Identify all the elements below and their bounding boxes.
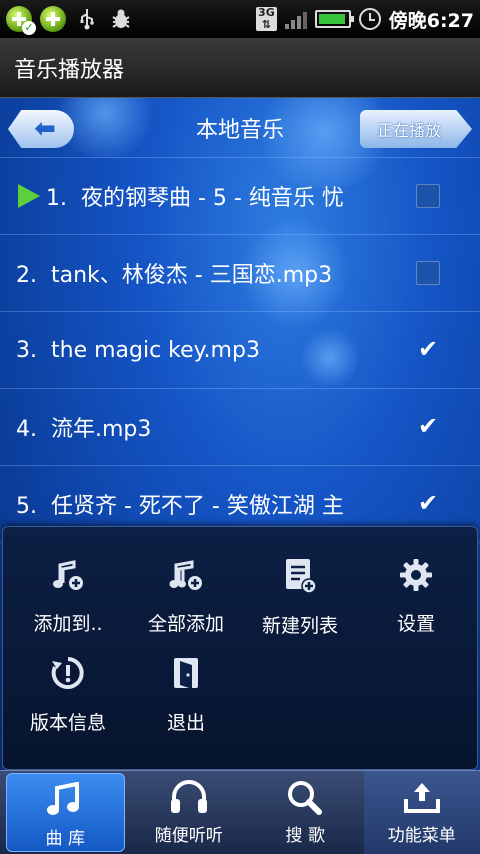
music-note-icon bbox=[47, 782, 80, 815]
add-to-icon bbox=[48, 557, 88, 593]
headphones-icon bbox=[170, 780, 207, 813]
page-title: 本地音乐 bbox=[195, 117, 284, 143]
status-time: 傍晚6:27 bbox=[388, 9, 474, 32]
menu-item-label: 设置 bbox=[396, 613, 435, 635]
usb-icon bbox=[74, 6, 100, 32]
song-checkbox[interactable] bbox=[416, 489, 440, 517]
version-info-icon bbox=[48, 653, 88, 692]
new-list-icon bbox=[280, 557, 320, 595]
song-title: 流年.mp3 bbox=[51, 417, 152, 442]
menu-item-exit[interactable]: 退出 bbox=[127, 631, 245, 735]
tab-random-listen[interactable]: 随便听听 bbox=[131, 771, 248, 854]
song-number: 5. bbox=[16, 494, 37, 519]
signal-strength-icon bbox=[284, 9, 307, 29]
app-store-icon bbox=[40, 6, 66, 32]
song-title: 任贤齐 - 死不了 - 笑傲江湖 主 bbox=[51, 494, 344, 519]
status-bar: ✓ 3G ⇅ 傍晚6:27 bbox=[0, 0, 480, 38]
search-icon bbox=[288, 781, 323, 815]
song-row[interactable]: 4. 流年.mp3 bbox=[0, 389, 480, 466]
battery-icon bbox=[314, 10, 354, 28]
song-row[interactable]: 3. the magic key.mp3 bbox=[0, 312, 480, 389]
song-checkbox[interactable] bbox=[416, 412, 440, 440]
song-row[interactable]: 1. 夜的钢琴曲 - 5 - 纯音乐 忧 bbox=[0, 158, 480, 235]
song-checkbox[interactable] bbox=[416, 261, 440, 285]
add-all-icon bbox=[166, 557, 206, 593]
song-title: the magic key.mp3 bbox=[51, 337, 260, 363]
tab-function-menu[interactable]: 功能菜单 bbox=[363, 771, 480, 854]
song-checkbox[interactable] bbox=[416, 184, 440, 208]
menu-item-label: 退出 bbox=[166, 712, 205, 734]
song-number: 1. bbox=[46, 186, 67, 211]
app-update-icon: ✓ bbox=[6, 6, 36, 35]
song-number: 4. bbox=[16, 417, 37, 442]
app-title-bar: 音乐播放器 bbox=[0, 38, 480, 98]
bottom-tab-bar: 曲 库 随便听听 搜 歌 功能菜单 bbox=[0, 770, 480, 854]
menu-item-add-to[interactable]: 添加到.. bbox=[9, 527, 127, 635]
song-number: 3. bbox=[16, 337, 37, 363]
tab-label: 搜 歌 bbox=[285, 826, 325, 846]
gear-icon bbox=[396, 557, 436, 593]
now-playing-button[interactable]: 正在播放 bbox=[360, 110, 472, 148]
exit-icon bbox=[166, 653, 206, 692]
alarm-clock-icon bbox=[358, 8, 381, 30]
song-checkbox[interactable] bbox=[416, 335, 440, 363]
menu-item-label: 新建列表 bbox=[261, 615, 338, 637]
song-title: tank、林俊杰 - 三国恋.mp3 bbox=[51, 263, 333, 288]
menu-item-new-list[interactable]: 新建列表 bbox=[241, 527, 359, 637]
back-button[interactable]: ⬅ bbox=[8, 110, 74, 148]
tab-library[interactable]: 曲 库 bbox=[6, 773, 125, 852]
now-playing-indicator-icon bbox=[18, 184, 40, 208]
network-type-badge: 3G ⇅ bbox=[256, 6, 277, 31]
function-menu-popup: 添加到.. 全部添加 新建列表 设置 版本信息 退出 bbox=[2, 526, 478, 770]
nav-bar: ⬅ 本地音乐 正在播放 bbox=[0, 98, 480, 158]
menu-item-label: 版本信息 bbox=[29, 712, 106, 734]
tab-label: 随便听听 bbox=[154, 826, 223, 846]
tab-label: 功能菜单 bbox=[387, 826, 456, 846]
song-row[interactable]: 2. tank、林俊杰 - 三国恋.mp3 bbox=[0, 235, 480, 312]
now-playing-label: 正在播放 bbox=[376, 121, 441, 140]
menu-item-settings[interactable]: 设置 bbox=[357, 527, 475, 635]
back-arrow-icon: ⬅ bbox=[34, 114, 56, 144]
menu-item-add-all[interactable]: 全部添加 bbox=[127, 527, 245, 635]
menu-item-version-info[interactable]: 版本信息 bbox=[9, 631, 127, 735]
song-number: 2. bbox=[16, 263, 37, 288]
debug-bug-icon bbox=[108, 6, 134, 32]
tab-label: 曲 库 bbox=[45, 829, 85, 849]
tab-search-songs[interactable]: 搜 歌 bbox=[247, 771, 364, 854]
app-title: 音乐播放器 bbox=[14, 57, 125, 83]
menu-upload-icon bbox=[403, 783, 440, 813]
song-title: 夜的钢琴曲 - 5 - 纯音乐 忧 bbox=[81, 186, 344, 211]
screen: ✓ 3G ⇅ 傍晚6:27 音乐播放器 ⬅ 本地音乐 正在播放 1. 夜的钢琴曲… bbox=[0, 0, 480, 854]
